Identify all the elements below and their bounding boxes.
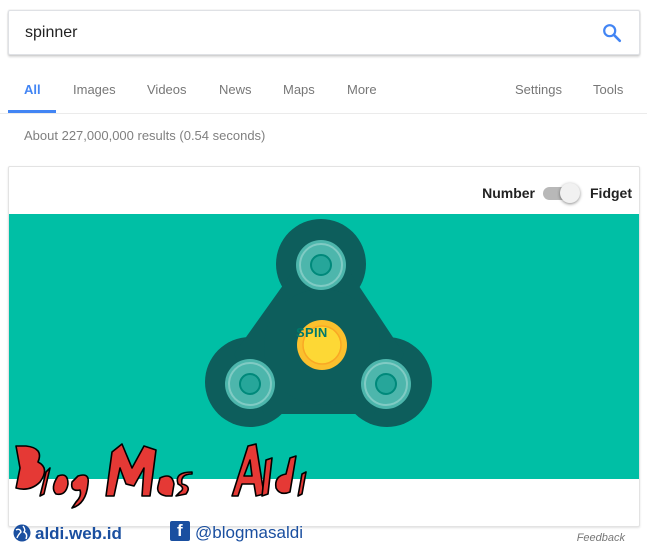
facebook-icon: f <box>170 521 190 541</box>
tab-videos[interactable]: Videos <box>147 74 187 114</box>
watermark-site: aldi.web.id <box>35 524 122 543</box>
watermark-footer: aldi.web.id f @blogmasaldi <box>12 521 412 549</box>
search-input[interactable] <box>25 11 585 54</box>
bearing-left <box>225 359 275 409</box>
tab-maps[interactable]: Maps <box>283 74 315 114</box>
result-stats: About 227,000,000 results (0.54 seconds) <box>24 128 266 143</box>
search-box[interactable] <box>8 10 640 55</box>
globe-icon <box>13 524 31 542</box>
mode-toggle-switch[interactable] <box>543 183 580 203</box>
toggle-thumb <box>560 183 580 203</box>
active-tab-indicator <box>8 110 56 113</box>
search-icon[interactable] <box>601 22 623 44</box>
mode-toggle-row: Number Fidget <box>9 167 639 215</box>
tab-settings[interactable]: Settings <box>515 74 562 114</box>
search-tabs: All Images Videos News Maps More Setting… <box>0 74 647 114</box>
feedback-link[interactable]: Feedback <box>577 532 625 544</box>
toggle-label-fidget[interactable]: Fidget <box>590 185 632 201</box>
spin-button[interactable]: SPIN <box>296 325 328 340</box>
toggle-label-number[interactable]: Number <box>482 185 535 201</box>
tab-more[interactable]: More <box>347 74 377 114</box>
watermark-facebook: @blogmasaldi <box>195 523 303 542</box>
tab-tools[interactable]: Tools <box>593 74 623 114</box>
tab-news[interactable]: News <box>219 74 252 114</box>
watermark-logo <box>15 443 307 509</box>
bearing-right <box>361 359 411 409</box>
bearing-top <box>296 240 346 290</box>
tab-images[interactable]: Images <box>73 74 116 114</box>
tab-all[interactable]: All <box>24 74 41 114</box>
